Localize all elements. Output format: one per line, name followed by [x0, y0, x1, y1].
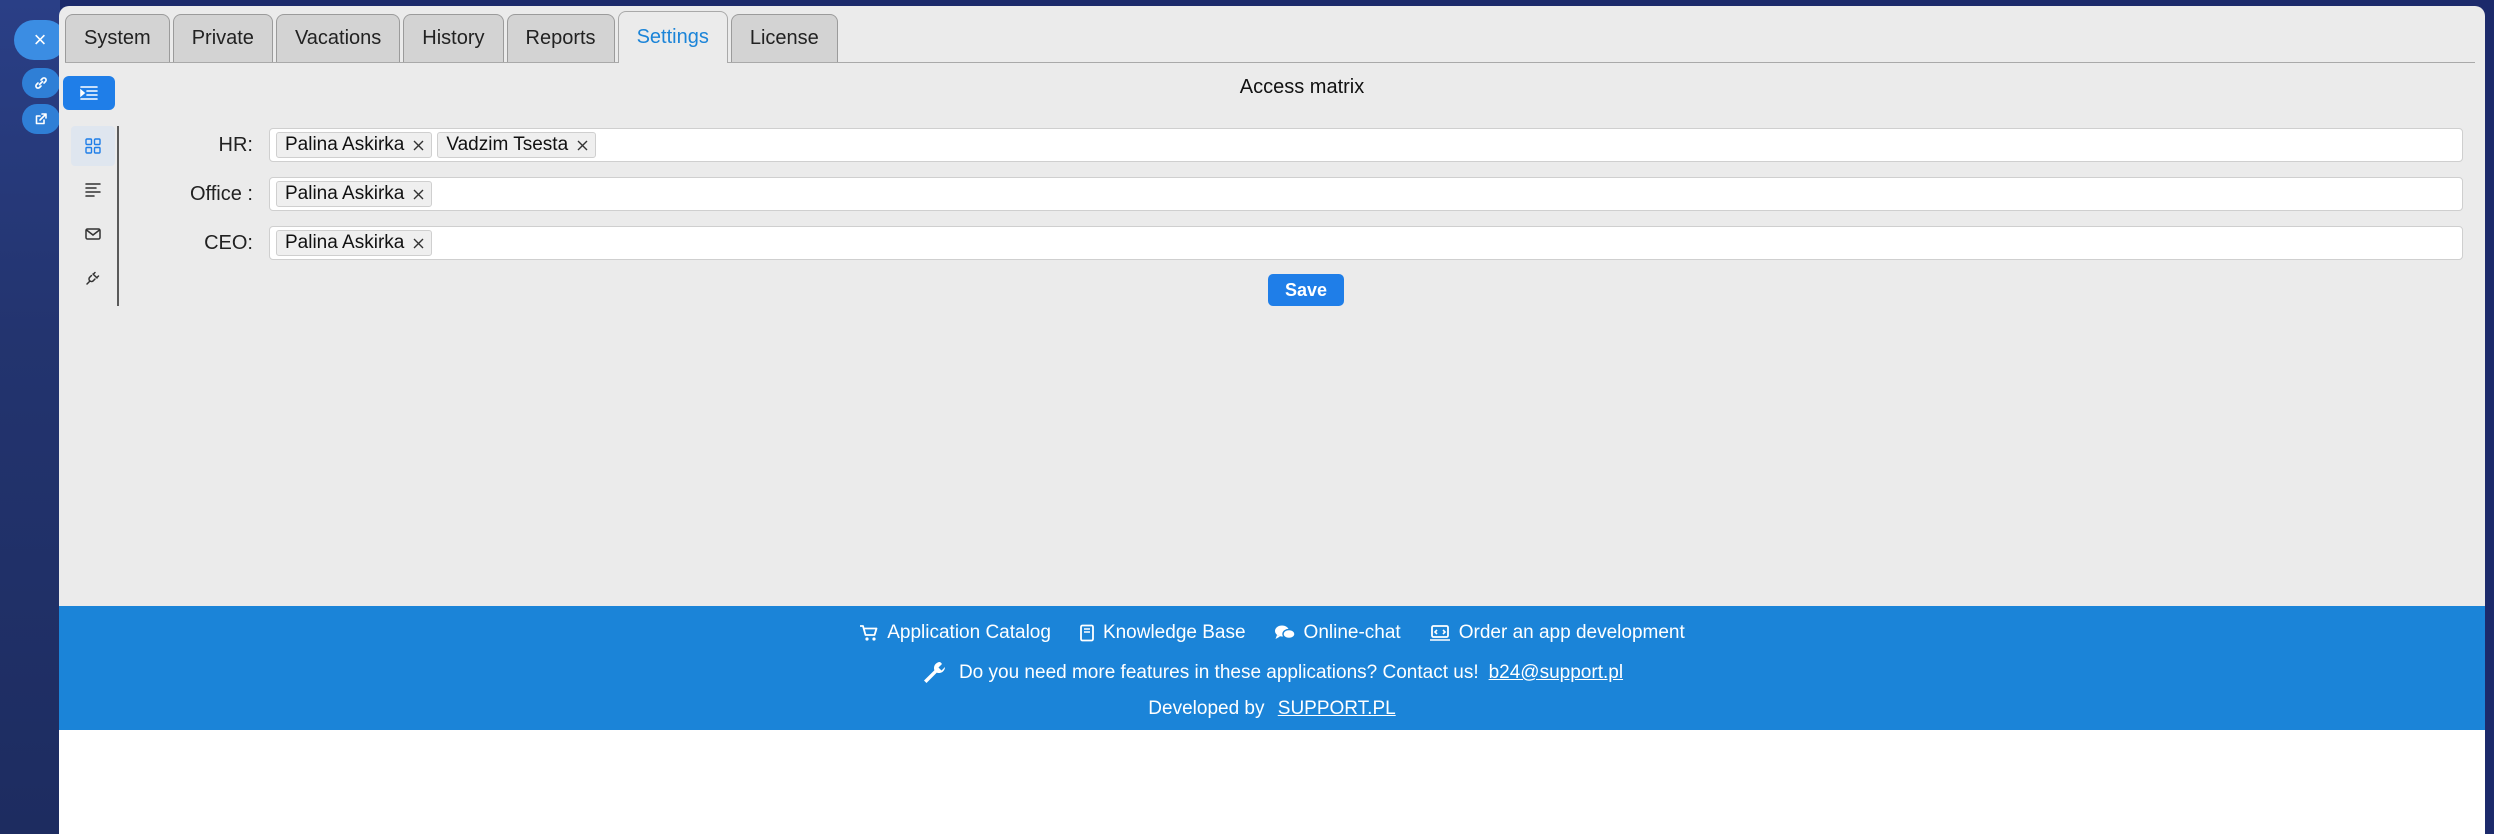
footer: Application Catalog Knowledge Base Onlin…	[59, 606, 2485, 730]
chat-icon	[1274, 625, 1296, 640]
footer-contact: Do you need more features in these appli…	[59, 660, 2485, 686]
external-link-icon	[35, 113, 47, 125]
copy-link-button[interactable]	[22, 68, 60, 98]
remove-chip-button[interactable]	[412, 237, 425, 250]
save-button[interactable]: Save	[1268, 274, 1344, 306]
footer-link-label: Knowledge Base	[1102, 622, 1246, 643]
footer-link-knowledge-base[interactable]: Knowledge Base	[1079, 622, 1246, 644]
ceo-users-field[interactable]: Palina Askirka	[269, 226, 2463, 260]
wrench-icon	[923, 662, 945, 683]
tab-bar: System Private Vacations History Reports…	[65, 11, 2475, 63]
field-label: CEO:	[204, 231, 253, 254]
tab-label: System	[84, 27, 151, 49]
tab-vacations[interactable]: Vacations	[275, 14, 401, 62]
grid-icon	[85, 138, 101, 154]
monitor-icon	[1429, 625, 1450, 641]
open-new-window-button[interactable]	[22, 104, 60, 134]
chip-label: Vadzim Tsesta	[446, 134, 569, 155]
cart-icon	[860, 625, 878, 641]
section-title: Access matrix	[1239, 76, 1365, 98]
contact-email-link[interactable]: b24@support.pl	[1489, 662, 1623, 684]
tab-license[interactable]: License	[730, 14, 838, 62]
nav-integrations[interactable]	[71, 258, 115, 298]
close-icon	[413, 189, 424, 199]
form-row-ceo: CEO: Palina Askirka	[139, 226, 2463, 260]
mail-icon	[85, 228, 101, 240]
developed-by-label: Developed by	[1148, 698, 1265, 719]
footer-developer: Developed by SUPPORT.PL	[59, 698, 2485, 720]
close-icon: ×	[33, 27, 47, 52]
nav-access-matrix[interactable]	[71, 126, 115, 166]
chip-label: Palina Askirka	[285, 232, 405, 253]
office-users-field[interactable]: Palina Askirka	[269, 177, 2463, 211]
contact-text: Do you need more features in these appli…	[958, 662, 1479, 683]
close-icon	[577, 140, 588, 150]
toggle-menu-button[interactable]	[63, 76, 115, 110]
tab-label: Settings	[636, 26, 709, 48]
tab-label: License	[749, 27, 819, 49]
app-window: System Private Vacations History Reports…	[59, 6, 2485, 834]
hr-users-field[interactable]: Palina Askirka Vadzim Tsesta	[269, 128, 2463, 162]
tab-settings[interactable]: Settings	[617, 11, 728, 63]
tab-history[interactable]: History	[403, 14, 504, 62]
footer-link-label: Application Catalog	[887, 622, 1051, 643]
field-label: HR:	[218, 133, 253, 156]
footer-link-label: Online-chat	[1303, 622, 1401, 643]
brand-link[interactable]: SUPPORT.PL	[1278, 698, 1396, 719]
footer-links: Application Catalog Knowledge Base Onlin…	[59, 622, 2485, 644]
portal-background: ×	[0, 0, 66, 834]
field-label: Office :	[190, 182, 253, 205]
user-chip: Palina Askirka	[276, 230, 433, 256]
remove-chip-button[interactable]	[412, 188, 425, 201]
remove-chip-button[interactable]	[412, 139, 425, 152]
close-icon	[413, 140, 424, 150]
tab-label: Reports	[525, 27, 596, 49]
user-chip: Palina Askirka	[276, 132, 433, 158]
chip-label: Palina Askirka	[285, 183, 405, 204]
footer-link-catalog[interactable]: Application Catalog	[859, 622, 1051, 644]
tab-private[interactable]: Private	[172, 14, 273, 62]
form-row-office: Office : Palina Askirka	[139, 177, 2463, 211]
link-icon	[35, 77, 47, 89]
settings-nav	[63, 126, 119, 306]
settings-sidebar	[63, 76, 119, 306]
tab-label: Vacations	[294, 27, 382, 49]
user-chip: Vadzim Tsesta	[437, 132, 597, 158]
content-blank-area	[59, 730, 2485, 834]
indent-list-icon	[80, 86, 98, 100]
footer-link-label: Order an app development	[1458, 622, 1685, 643]
nav-text-settings[interactable]	[71, 170, 115, 210]
tab-system[interactable]: System	[65, 14, 170, 62]
nav-mail-settings[interactable]	[71, 214, 115, 254]
close-icon	[413, 238, 424, 248]
align-left-icon	[85, 183, 101, 197]
remove-chip-button[interactable]	[576, 139, 589, 152]
plug-icon	[86, 271, 100, 285]
tab-label: History	[422, 27, 485, 49]
book-icon	[1080, 624, 1094, 642]
footer-link-online-chat[interactable]: Online-chat	[1274, 622, 1401, 644]
chip-label: Palina Askirka	[285, 134, 405, 155]
footer-link-order-development[interactable]: Order an app development	[1429, 622, 1685, 644]
tab-label: Private	[191, 27, 254, 49]
form-row-hr: HR: Palina Askirka Vadzim Tsesta	[139, 128, 2463, 162]
tab-reports[interactable]: Reports	[506, 14, 615, 62]
user-chip: Palina Askirka	[276, 181, 433, 207]
